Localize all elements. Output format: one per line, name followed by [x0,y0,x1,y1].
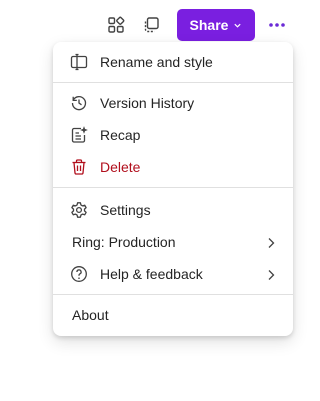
menu-item-label: About [72,307,109,323]
chevron-right-icon [267,268,275,284]
menu-item-settings[interactable]: Settings [53,195,293,225]
share-button-label: Share [189,17,229,33]
copy-icon[interactable] [138,12,164,38]
history-icon [70,94,88,112]
menu-item-recap[interactable]: Recap [53,120,293,150]
menu-item-label: Ring: Production [72,234,176,250]
share-button[interactable]: Share [177,9,255,41]
menu-item-help-feedback[interactable]: Help & feedback [53,259,293,289]
menu-item-label: Rename and style [100,54,213,70]
menu-item-label: Version History [100,95,195,111]
menu-separator [53,82,293,83]
gear-icon [70,201,88,219]
menu-item-label: Settings [100,202,151,218]
rename-panel-icon [70,53,88,71]
menu-separator [53,294,293,295]
more-options-menu: Rename and style Version History Recap D… [53,42,293,336]
menu-separator [53,187,293,188]
trash-icon [70,158,88,176]
menu-item-label: Delete [100,159,141,175]
menu-item-label: Help & feedback [100,266,203,282]
apps-grid-icon[interactable] [103,12,129,38]
menu-item-about[interactable]: About [53,300,293,330]
menu-item-rename-and-style[interactable]: Rename and style [53,47,293,77]
menu-item-label: Recap [100,127,141,143]
app-root: Share Rename and style Version History R… [0,0,297,401]
help-icon [70,265,88,283]
recap-sparkle-icon [70,126,88,144]
top-toolbar: Share [0,9,297,41]
menu-item-delete[interactable]: Delete [53,152,293,182]
chevron-right-icon [267,236,275,252]
menu-item-version-history[interactable]: Version History [53,88,293,118]
more-options-icon[interactable] [264,12,290,38]
menu-item-ring-production[interactable]: Ring: Production [53,227,293,257]
chevron-down-icon [234,23,242,28]
